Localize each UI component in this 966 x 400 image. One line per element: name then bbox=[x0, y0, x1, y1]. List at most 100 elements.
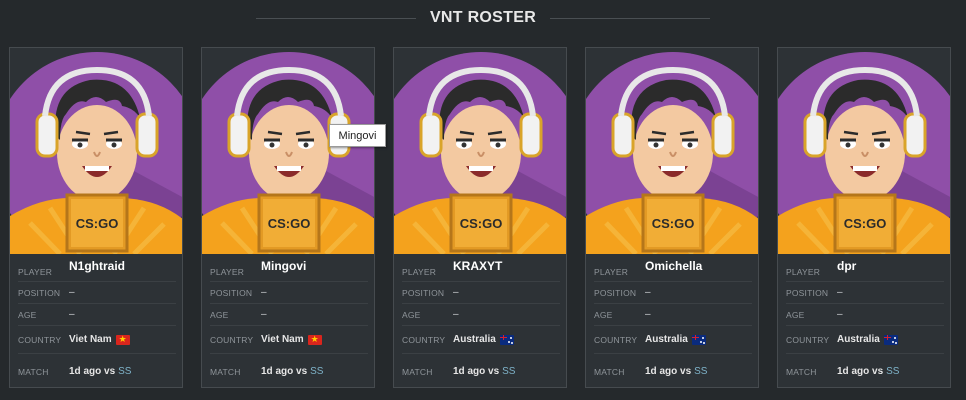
match-opponent-link[interactable]: SS bbox=[118, 366, 131, 377]
match-label: MATCH bbox=[210, 366, 241, 377]
player-card[interactable]: CS:GO PLAYER KRAXYT POSITION – AGE – COU… bbox=[393, 47, 567, 388]
position-value: – bbox=[453, 287, 459, 298]
match-label: MATCH bbox=[786, 366, 817, 377]
position-value: – bbox=[837, 287, 843, 298]
position-label: POSITION bbox=[18, 287, 61, 298]
default-avatar-image: CS:GO bbox=[10, 48, 182, 254]
age-row: AGE – bbox=[594, 304, 752, 326]
player-name[interactable]: N1ghtraid bbox=[69, 259, 125, 273]
country-row: COUNTRY Viet Nam bbox=[18, 326, 176, 354]
match-row: MATCH 1d ago vs SS bbox=[786, 354, 944, 387]
default-avatar-image: CS:GO bbox=[586, 48, 758, 254]
country-row: COUNTRY Australia bbox=[786, 326, 944, 354]
player-info: PLAYER KRAXYT POSITION – AGE – COUNTRY A… bbox=[394, 254, 566, 387]
age-value: – bbox=[837, 309, 843, 320]
position-row: POSITION – bbox=[786, 282, 944, 304]
country-name: Viet Nam bbox=[261, 334, 304, 345]
country-name: Australia bbox=[453, 334, 496, 345]
vn-flag-icon bbox=[307, 334, 322, 345]
roster-header: VNT ROSTER bbox=[0, 0, 966, 36]
player-name[interactable]: Omichella bbox=[645, 259, 702, 273]
match-time: 1d ago vs bbox=[69, 366, 116, 377]
position-label: POSITION bbox=[594, 287, 637, 298]
default-avatar-image: CS:GO bbox=[394, 48, 566, 254]
player-info: PLAYER dpr POSITION – AGE – COUNTRY Aust… bbox=[778, 254, 950, 387]
player-row: PLAYER KRAXYT bbox=[402, 254, 560, 282]
country-label: COUNTRY bbox=[210, 334, 254, 345]
age-label: AGE bbox=[402, 309, 421, 320]
match-time: 1d ago vs bbox=[645, 366, 692, 377]
position-row: POSITION – bbox=[210, 282, 368, 304]
player-avatar[interactable]: CS:GO bbox=[202, 48, 374, 254]
country-row: COUNTRY Viet Nam bbox=[210, 326, 368, 354]
match-value: 1d ago vs SS bbox=[261, 366, 323, 377]
country-value: Australia bbox=[453, 334, 514, 345]
match-row: MATCH 1d ago vs SS bbox=[402, 354, 560, 387]
player-label: PLAYER bbox=[18, 267, 53, 277]
age-row: AGE – bbox=[786, 304, 944, 326]
country-row: COUNTRY Australia bbox=[402, 326, 560, 354]
match-row: MATCH 1d ago vs SS bbox=[594, 354, 752, 387]
match-opponent-link[interactable]: SS bbox=[310, 366, 323, 377]
player-label: PLAYER bbox=[786, 267, 821, 277]
age-value: – bbox=[261, 309, 267, 320]
default-avatar-image: CS:GO bbox=[202, 48, 374, 254]
page-title: VNT ROSTER bbox=[429, 9, 537, 26]
country-label: COUNTRY bbox=[786, 334, 830, 345]
age-label: AGE bbox=[18, 309, 37, 320]
country-label: COUNTRY bbox=[18, 334, 62, 345]
position-row: POSITION – bbox=[402, 282, 560, 304]
au-flag-icon bbox=[691, 334, 706, 345]
match-row: MATCH 1d ago vs SS bbox=[18, 354, 176, 387]
match-opponent-link[interactable]: SS bbox=[694, 366, 707, 377]
country-name: Australia bbox=[645, 334, 688, 345]
match-label: MATCH bbox=[18, 366, 49, 377]
player-card[interactable]: CS:GO PLAYER dpr POSITION – AGE – COUNTR… bbox=[777, 47, 951, 388]
player-card[interactable]: CS:GO PLAYER Mingovi POSITION – AGE – CO… bbox=[201, 47, 375, 388]
player-avatar[interactable]: CS:GO bbox=[778, 48, 950, 254]
player-info: PLAYER Omichella POSITION – AGE – COUNTR… bbox=[586, 254, 758, 387]
country-value: Australia bbox=[837, 334, 898, 345]
player-row: PLAYER dpr bbox=[786, 254, 944, 282]
player-avatar[interactable]: CS:GO bbox=[394, 48, 566, 254]
match-row: MATCH 1d ago vs SS bbox=[210, 354, 368, 387]
position-label: POSITION bbox=[402, 287, 445, 298]
age-label: AGE bbox=[786, 309, 805, 320]
roster-cards: CS:GO PLAYER N1ghtraid POSITION – AGE – … bbox=[9, 47, 957, 388]
country-name: Viet Nam bbox=[69, 334, 112, 345]
country-value: Viet Nam bbox=[69, 334, 130, 345]
player-avatar[interactable]: CS:GO bbox=[586, 48, 758, 254]
au-flag-icon bbox=[883, 334, 898, 345]
match-value: 1d ago vs SS bbox=[645, 366, 707, 377]
country-label: COUNTRY bbox=[594, 334, 638, 345]
player-name[interactable]: KRAXYT bbox=[453, 259, 502, 273]
player-card[interactable]: CS:GO PLAYER N1ghtraid POSITION – AGE – … bbox=[9, 47, 183, 388]
player-label: PLAYER bbox=[402, 267, 437, 277]
player-info: PLAYER Mingovi POSITION – AGE – COUNTRY … bbox=[202, 254, 374, 387]
position-label: POSITION bbox=[210, 287, 253, 298]
age-value: – bbox=[453, 309, 459, 320]
player-avatar[interactable]: CS:GO bbox=[10, 48, 182, 254]
position-label: POSITION bbox=[786, 287, 829, 298]
match-time: 1d ago vs bbox=[453, 366, 500, 377]
player-name[interactable]: dpr bbox=[837, 259, 856, 273]
au-flag-icon bbox=[499, 334, 514, 345]
svg-text:CS:GO: CS:GO bbox=[76, 216, 119, 231]
country-label: COUNTRY bbox=[402, 334, 446, 345]
svg-text:CS:GO: CS:GO bbox=[268, 216, 311, 231]
player-card[interactable]: CS:GO PLAYER Omichella POSITION – AGE – … bbox=[585, 47, 759, 388]
match-opponent-link[interactable]: SS bbox=[502, 366, 515, 377]
match-time: 1d ago vs bbox=[837, 366, 884, 377]
player-row: PLAYER Omichella bbox=[594, 254, 752, 282]
player-name[interactable]: Mingovi bbox=[261, 259, 306, 273]
position-value: – bbox=[69, 287, 75, 298]
player-name-tooltip: Mingovi bbox=[329, 124, 386, 147]
age-label: AGE bbox=[594, 309, 613, 320]
age-row: AGE – bbox=[210, 304, 368, 326]
player-row: PLAYER N1ghtraid bbox=[18, 254, 176, 282]
player-row: PLAYER Mingovi bbox=[210, 254, 368, 282]
match-opponent-link[interactable]: SS bbox=[886, 366, 899, 377]
match-value: 1d ago vs SS bbox=[837, 366, 899, 377]
country-row: COUNTRY Australia bbox=[594, 326, 752, 354]
player-label: PLAYER bbox=[210, 267, 245, 277]
